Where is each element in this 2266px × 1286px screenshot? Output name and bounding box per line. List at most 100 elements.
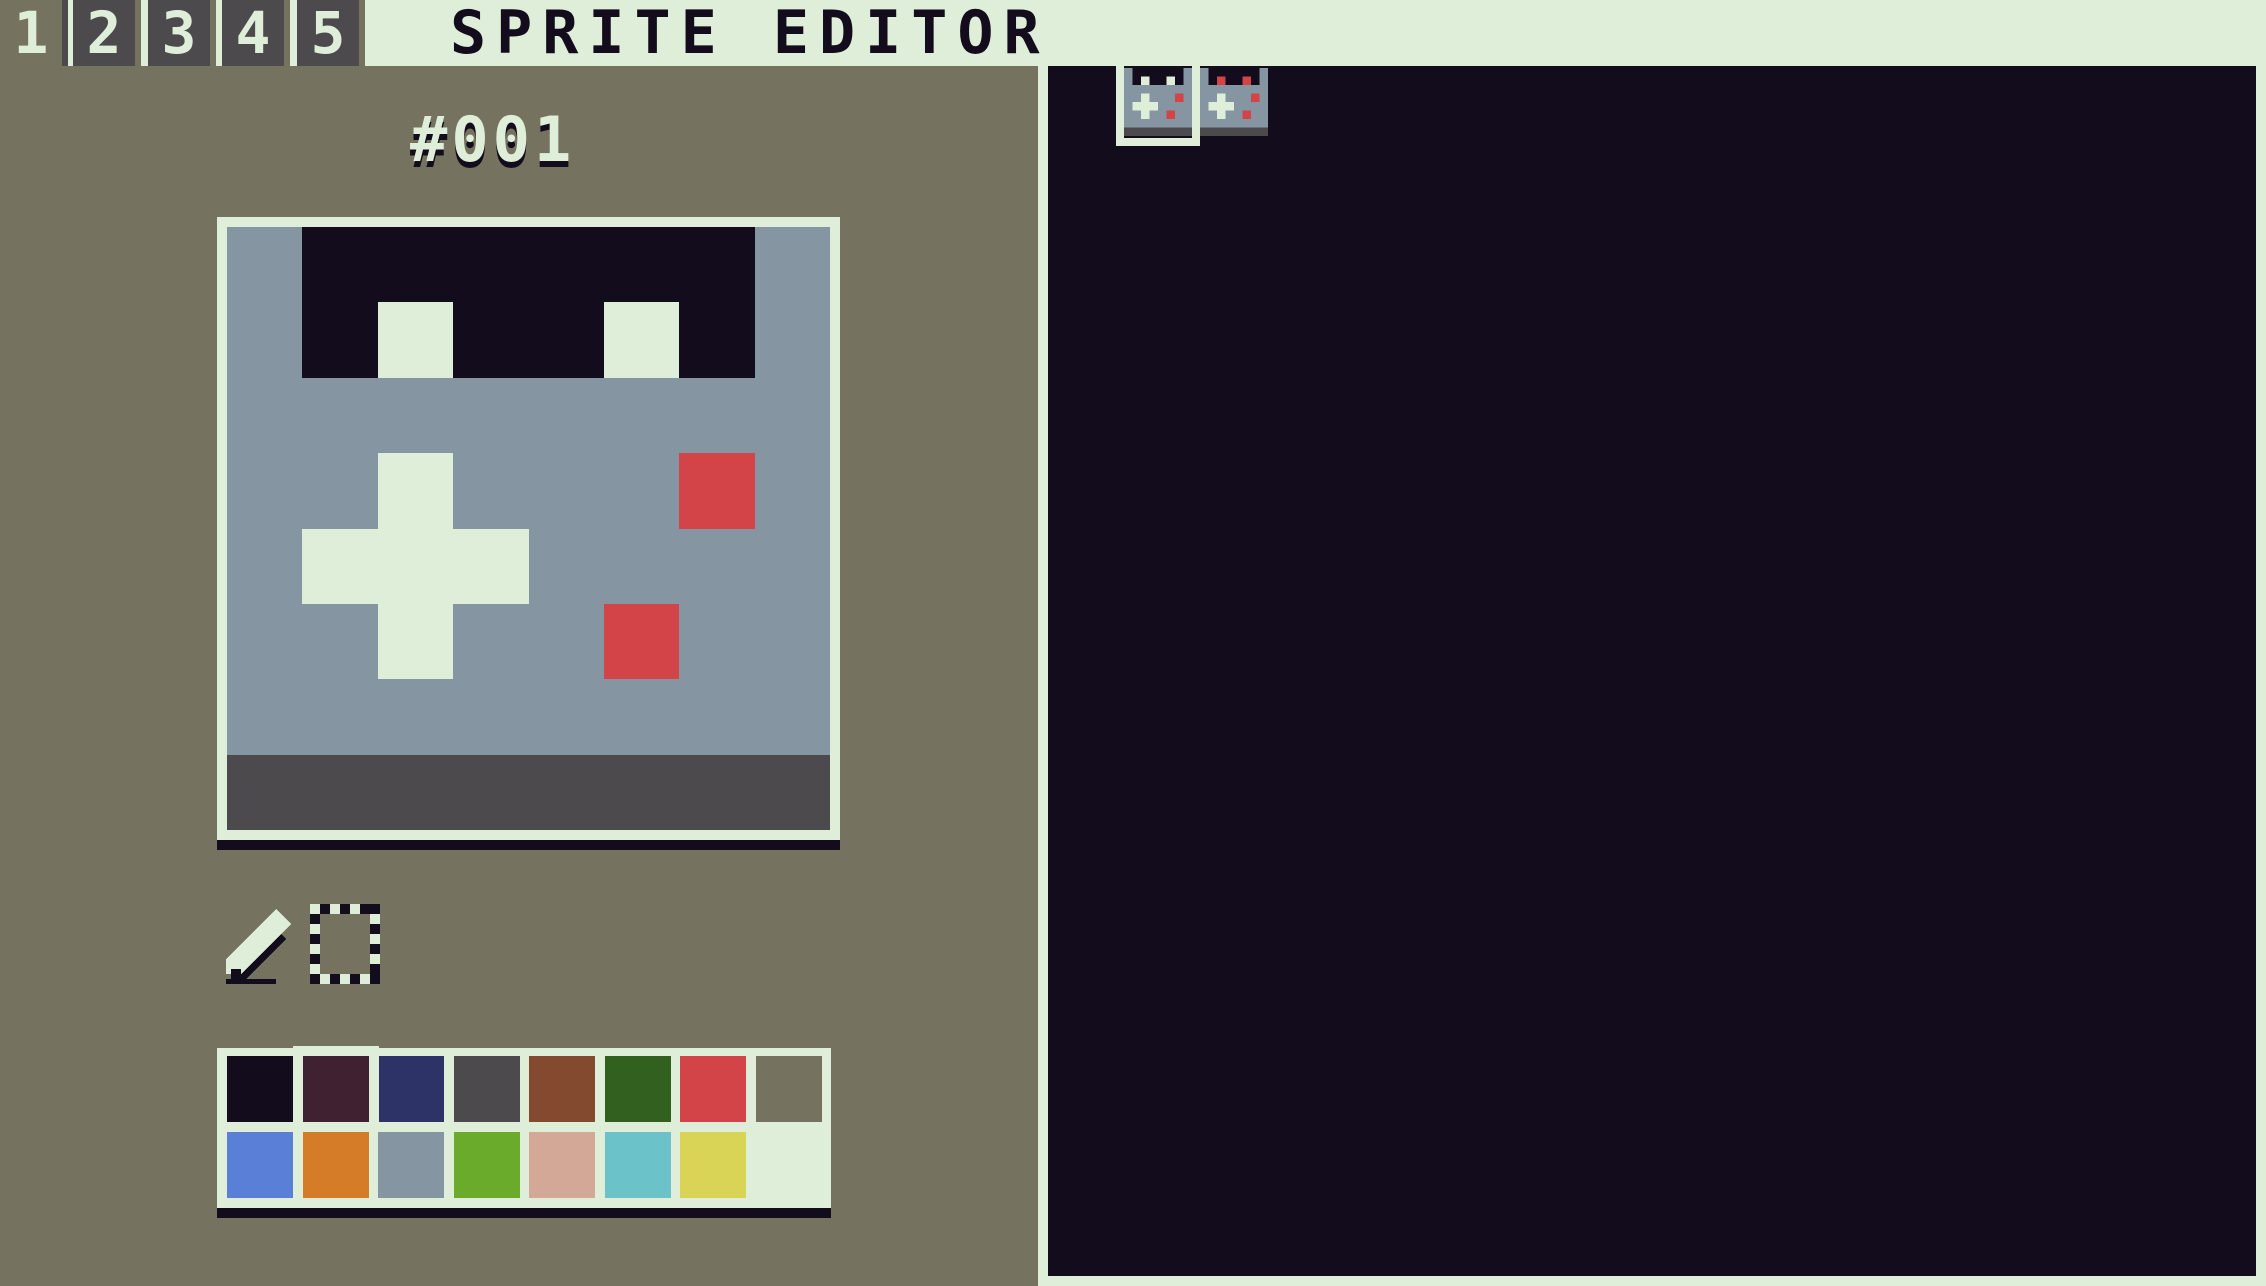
pixel-cell[interactable]: [754, 227, 830, 303]
pixel-cell[interactable]: [679, 528, 755, 604]
pixel-cell[interactable]: [227, 302, 303, 378]
pixel-cell[interactable]: [528, 302, 604, 378]
thumb-pixel: [1234, 110, 1243, 119]
thumb-pixel: [1124, 85, 1133, 94]
pixel-cell[interactable]: [453, 453, 529, 529]
pixel-cell[interactable]: [528, 377, 604, 454]
pixel-cell[interactable]: [302, 603, 378, 680]
pixel-cell[interactable]: [754, 453, 830, 529]
color-swatch[interactable]: [292, 1046, 379, 1132]
pixel-cell[interactable]: [453, 302, 529, 378]
color-swatch[interactable]: [227, 1132, 293, 1198]
pixel-cell[interactable]: [603, 453, 680, 529]
color-swatch[interactable]: [680, 1132, 746, 1198]
pixel-cell[interactable]: [754, 377, 830, 454]
pixel-cell[interactable]: [603, 302, 680, 378]
pixel-cell[interactable]: [528, 679, 604, 755]
tab-3[interactable]: 3: [148, 0, 216, 66]
pixel-cell[interactable]: [679, 377, 755, 454]
pixel-cell[interactable]: [603, 528, 680, 604]
tab-5[interactable]: 5: [297, 0, 365, 66]
pencil-tool-icon[interactable]: [226, 904, 296, 984]
pixel-cell[interactable]: [302, 302, 378, 378]
color-swatch[interactable]: [302, 1132, 369, 1198]
color-swatch[interactable]: [529, 1056, 595, 1122]
tab-4[interactable]: 4: [222, 0, 290, 66]
pixel-cell[interactable]: [754, 679, 830, 755]
pixel-cell[interactable]: [227, 528, 303, 604]
tab-1[interactable]: 1: [0, 0, 68, 66]
pixel-cell[interactable]: [528, 453, 604, 529]
pixel-cell[interactable]: [302, 453, 378, 529]
pixel-cell[interactable]: [302, 754, 378, 830]
pixel-cell[interactable]: [679, 603, 755, 680]
pixel-cell[interactable]: [302, 227, 378, 303]
pixel-cell[interactable]: [603, 754, 680, 830]
pixel-cell[interactable]: [377, 227, 454, 303]
thumb-pixel: [1200, 102, 1209, 111]
pixel-cell[interactable]: [377, 377, 454, 454]
pixel-cell[interactable]: [377, 679, 454, 755]
pixel-cell[interactable]: [453, 528, 529, 604]
pixel-cell[interactable]: [679, 453, 755, 529]
pixel-cell[interactable]: [754, 528, 830, 604]
sprite-canvas[interactable]: [227, 227, 830, 830]
color-swatch[interactable]: [755, 1056, 822, 1122]
pixel-cell[interactable]: [377, 453, 454, 529]
pixel-cell[interactable]: [754, 603, 830, 680]
color-swatch[interactable]: [604, 1056, 671, 1122]
pixel-cell[interactable]: [754, 302, 830, 378]
pixel-cell[interactable]: [377, 302, 454, 378]
pixel-cell[interactable]: [603, 679, 680, 755]
thumb-pixel: [1225, 76, 1234, 85]
pixel-cell[interactable]: [227, 227, 303, 303]
color-swatch[interactable]: [529, 1132, 595, 1198]
pixel-cell[interactable]: [679, 302, 755, 378]
pixel-cell[interactable]: [453, 754, 529, 830]
pixel-cell[interactable]: [302, 377, 378, 454]
pixel-cell[interactable]: [227, 453, 303, 529]
pixel-cell[interactable]: [453, 679, 529, 755]
pixel-cell[interactable]: [377, 754, 454, 830]
pixel-cell[interactable]: [227, 603, 303, 680]
thumb-pixel: [1200, 93, 1209, 102]
pixel-cell[interactable]: [679, 679, 755, 755]
sprite-thumb-002[interactable]: [1200, 66, 1268, 138]
color-swatch[interactable]: [453, 1056, 520, 1122]
pixel-cell[interactable]: [528, 754, 604, 830]
select-tool-icon[interactable]: [310, 904, 380, 984]
pixel-cell[interactable]: [453, 603, 529, 680]
color-swatch[interactable]: [378, 1056, 444, 1122]
pixel-cell[interactable]: [754, 754, 830, 830]
pixel-cell[interactable]: [528, 528, 604, 604]
pixel-cell[interactable]: [528, 603, 604, 680]
pixel-cell[interactable]: [377, 528, 454, 604]
pixel-cell[interactable]: [227, 679, 303, 755]
pixel-cell[interactable]: [227, 754, 303, 830]
pixel-cell[interactable]: [453, 377, 529, 454]
color-swatch[interactable]: [453, 1132, 520, 1198]
pixel-cell[interactable]: [377, 603, 454, 680]
color-swatch[interactable]: [755, 1132, 822, 1198]
pixel-cell[interactable]: [227, 377, 303, 454]
thumb-pixel: [1242, 102, 1251, 111]
tab-2[interactable]: 2: [73, 0, 141, 66]
top-bar: 1 2 3 4 5 SPRITE EDITOR: [0, 0, 2266, 66]
pixel-cell[interactable]: [453, 227, 529, 303]
thumb-pixel: [1158, 127, 1167, 136]
pixel-cell[interactable]: [528, 227, 604, 303]
thumb-pixel: [1183, 85, 1192, 94]
sprite-thumb-001[interactable]: [1116, 58, 1200, 146]
pixel-cell[interactable]: [603, 227, 680, 303]
pixel-cell[interactable]: [302, 528, 378, 604]
pixel-cell[interactable]: [603, 377, 680, 454]
pixel-cell[interactable]: [603, 603, 680, 680]
color-swatch[interactable]: [604, 1132, 671, 1198]
sprite-sheet-area[interactable]: [1048, 58, 2256, 1276]
color-swatch[interactable]: [378, 1132, 444, 1198]
pixel-cell[interactable]: [679, 227, 755, 303]
pixel-cell[interactable]: [679, 754, 755, 830]
color-swatch[interactable]: [227, 1056, 293, 1122]
pixel-cell[interactable]: [302, 679, 378, 755]
color-swatch[interactable]: [680, 1056, 746, 1122]
